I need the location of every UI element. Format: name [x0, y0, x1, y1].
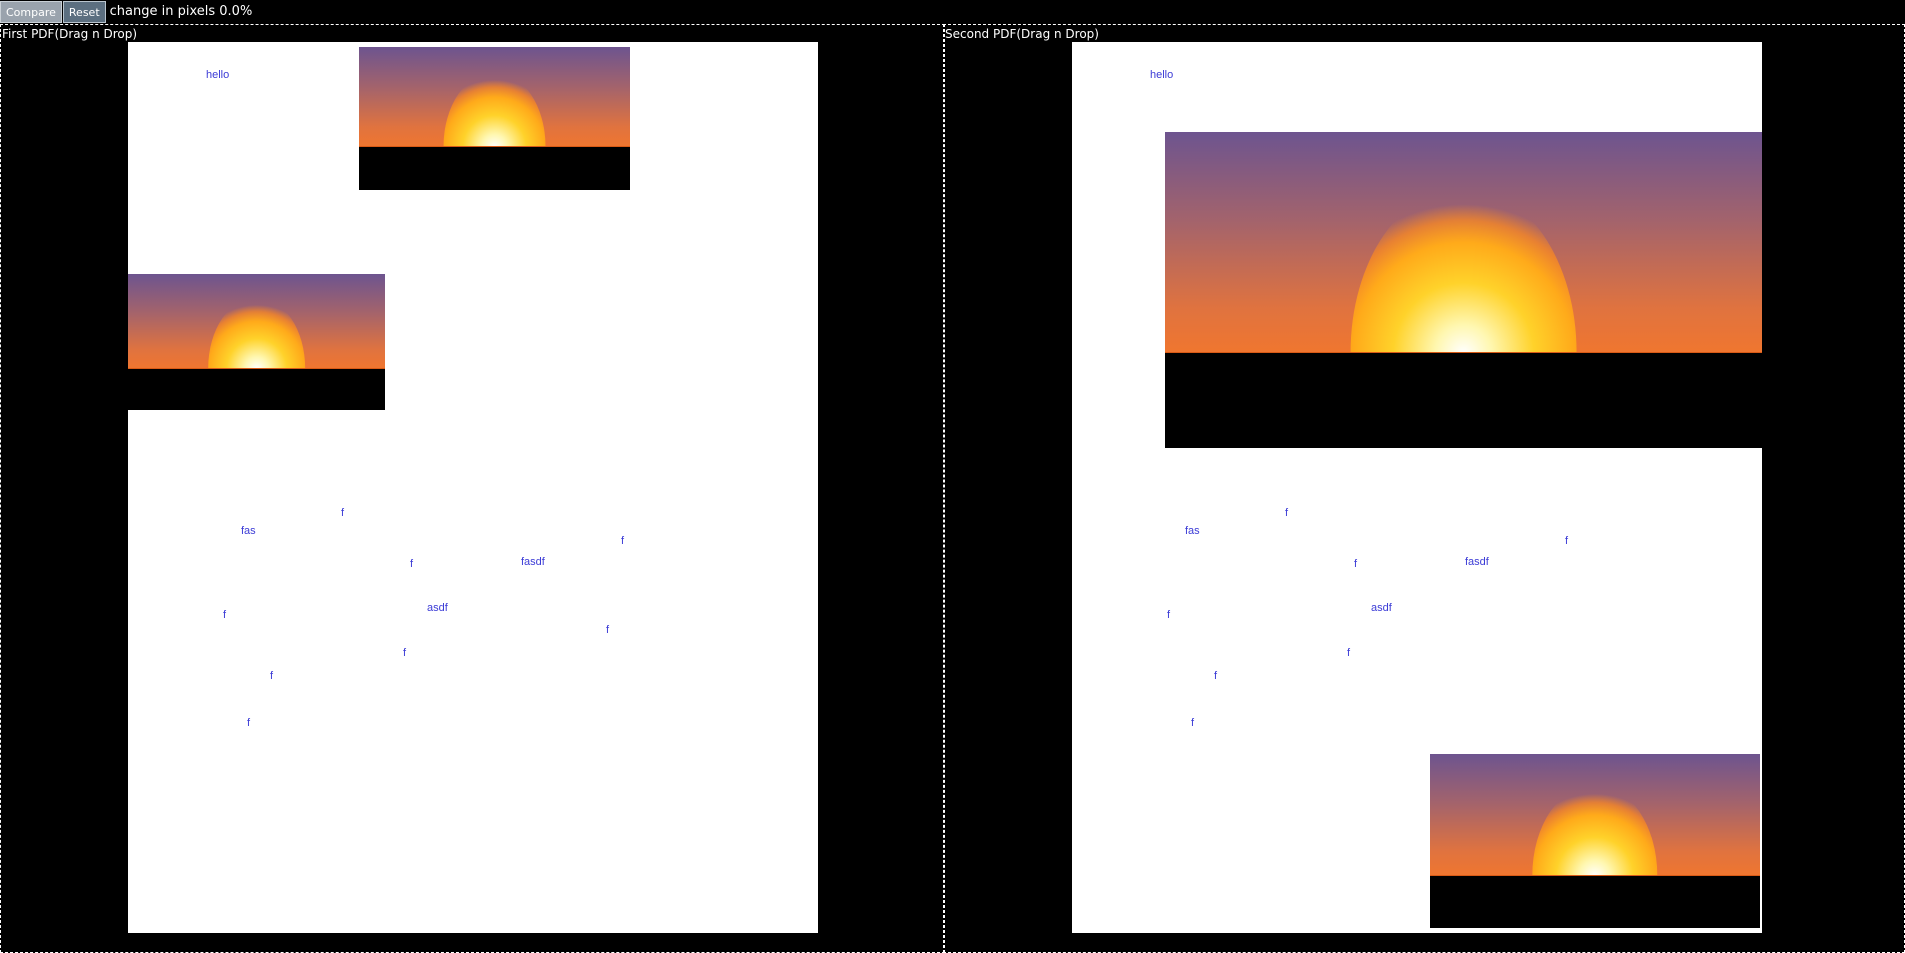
pdf-text: f [403, 647, 407, 659]
first-pdf-page: hello f fas f f fasdf asdf f f f f f [128, 42, 818, 933]
pdf-text: f [1191, 717, 1195, 729]
pdf-text: f [223, 609, 227, 621]
pdf-text: asdf [427, 602, 448, 614]
pdf-text: hello [206, 69, 230, 81]
sunset-image [1165, 132, 1762, 448]
first-pdf-drop-zone[interactable]: First PDF(Drag n Drop) hello f fas f f f… [0, 24, 945, 953]
first-pdf-label: First PDF(Drag n Drop) [2, 27, 138, 41]
pdf-text: fas [1185, 525, 1200, 537]
second-pdf-drop-zone[interactable]: Second PDF(Drag n Drop) hello f fas f f … [943, 24, 1905, 953]
toolbar: Compare Reset change in pixels 0.0% [0, 0, 252, 24]
sunset-image [128, 274, 385, 410]
second-pdf-label: Second PDF(Drag n Drop) [945, 27, 1099, 41]
pdf-text: f [1167, 609, 1171, 621]
pixel-change-status: change in pixels 0.0% [109, 4, 253, 19]
pdf-text: fasdf [1465, 556, 1489, 568]
pdf-text: hello [1150, 69, 1174, 81]
pdf-text: f [1214, 670, 1218, 682]
pdf-text: asdf [1371, 602, 1392, 614]
sunset-image [1430, 754, 1760, 928]
pdf-text: f [1354, 558, 1358, 570]
pdf-text: f [606, 624, 610, 636]
pdf-text: fas [241, 525, 256, 537]
pdf-text: f [1565, 535, 1569, 547]
pdf-text: f [247, 717, 251, 729]
pdf-text: f [410, 558, 414, 570]
reset-button[interactable]: Reset [62, 1, 106, 23]
pdf-text: f [1347, 647, 1351, 659]
sunset-image [359, 47, 630, 190]
compare-button[interactable]: Compare [0, 1, 62, 23]
second-pdf-page: hello f fas f f fasdf asdf f f f f [1072, 42, 1762, 933]
pdf-text: f [621, 535, 625, 547]
pdf-text: f [270, 670, 274, 682]
pdf-text: f [341, 507, 345, 519]
pdf-text: fasdf [521, 556, 545, 568]
pdf-text: f [1285, 507, 1289, 519]
